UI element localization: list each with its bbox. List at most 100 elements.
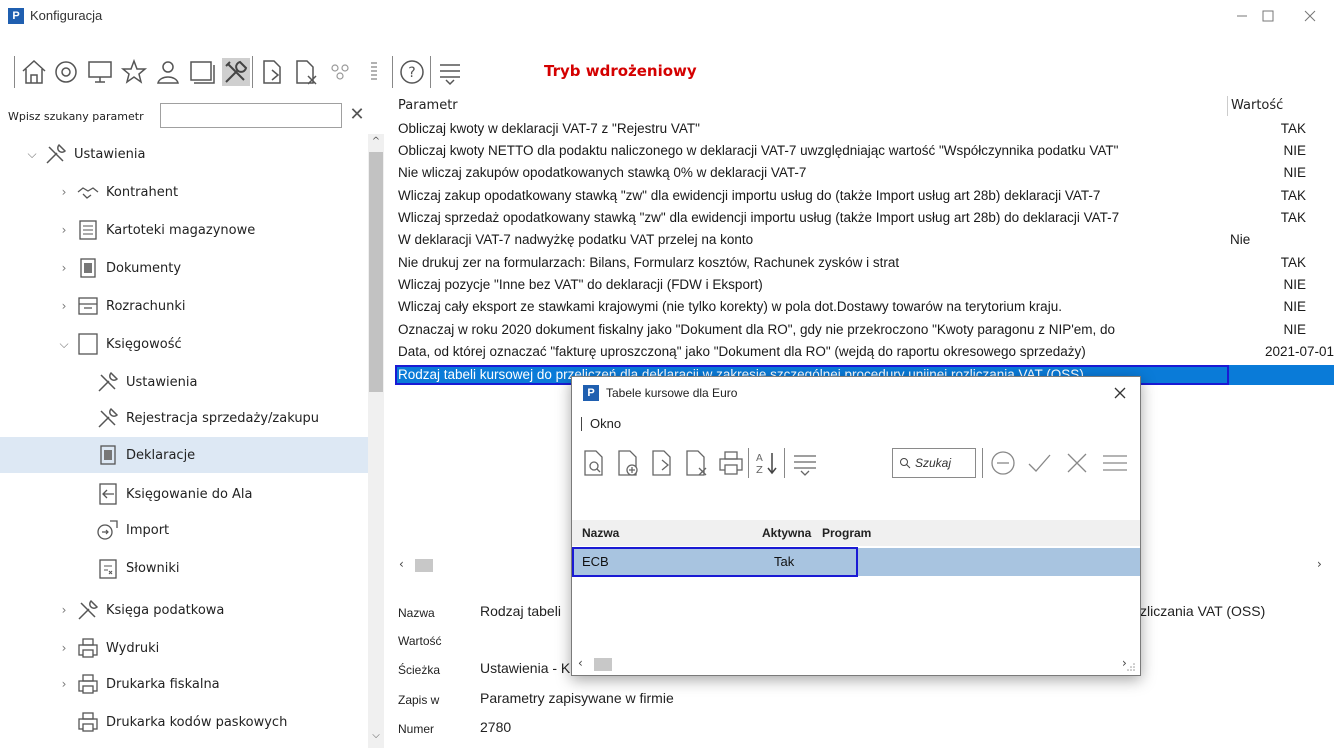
- tree-node-ksiegowosc[interactable]: ⌵ Księgowość: [56, 326, 182, 362]
- tree-node-ksiegowanie[interactable]: Księgowanie do Ala: [92, 476, 253, 512]
- tree-node-wydruki[interactable]: › Wydruki: [56, 630, 159, 666]
- tree-node-kontrahent[interactable]: › Kontrahent: [56, 174, 178, 210]
- column-header-aktywna[interactable]: Aktywna: [762, 526, 811, 540]
- help-icon: ?: [400, 60, 424, 84]
- scrollbar-thumb[interactable]: [415, 559, 433, 572]
- edit-button[interactable]: [648, 448, 678, 478]
- table-row[interactable]: Nie wliczaj zakupów opodatkowanych stawk…: [395, 163, 1334, 182]
- tree-node-rozrachunki[interactable]: › Rozrachunki: [56, 288, 186, 324]
- preview-button[interactable]: [580, 448, 610, 478]
- document-delete-button[interactable]: [292, 58, 320, 86]
- tools-button[interactable]: [222, 58, 250, 86]
- value-cell: TAK: [1280, 121, 1306, 136]
- sort-button[interactable]: AZ: [752, 448, 782, 478]
- chevron-right-icon[interactable]: ›: [56, 223, 72, 237]
- table-row[interactable]: Wliczaj cały eksport ze stawkami krajowy…: [395, 297, 1334, 316]
- tree-node-ustawienia[interactable]: ⌵ Ustawienia: [24, 136, 145, 172]
- confirm-button[interactable]: [1024, 448, 1054, 478]
- close-window-button[interactable]: [1290, 4, 1330, 28]
- dialog-menu-button[interactable]: [790, 448, 820, 478]
- user-button[interactable]: [154, 58, 182, 86]
- chevron-right-icon[interactable]: ›: [56, 185, 72, 199]
- toolbar-separator: [982, 448, 983, 478]
- tree-node-label: Kontrahent: [106, 184, 179, 200]
- dialog-menu-okno[interactable]: Okno: [590, 416, 621, 431]
- tree-node-label: Drukarka kodów paskowych: [106, 714, 288, 730]
- tree-node-kartoteki[interactable]: › Kartoteki magazynowe: [56, 212, 255, 248]
- monitor-button[interactable]: [86, 58, 114, 86]
- clear-search-button[interactable]: ✕: [346, 104, 368, 126]
- more-button[interactable]: [1100, 448, 1130, 478]
- menu-icon: [794, 455, 816, 476]
- search-label: Wpisz szukany parametr: [8, 110, 144, 123]
- scroll-left-icon[interactable]: ‹: [578, 656, 583, 670]
- home-button[interactable]: [20, 58, 48, 86]
- tree-node-import[interactable]: Import: [92, 512, 169, 548]
- delete-button[interactable]: [682, 448, 712, 478]
- document-edit-button[interactable]: [258, 58, 286, 86]
- tree-node-ustawienia-ksiegowosc[interactable]: Ustawienia: [92, 364, 197, 400]
- tree-node-drukarka-fiskalna[interactable]: › Drukarka fiskalna: [56, 666, 220, 702]
- tree-node-label: Rozrachunki: [106, 298, 186, 314]
- dialog-close-button[interactable]: [1108, 381, 1132, 405]
- chevron-right-icon[interactable]: ›: [56, 641, 72, 655]
- table-row[interactable]: Oznaczaj w roku 2020 dokument fiskalny j…: [395, 320, 1334, 339]
- tree-node-rejestracja[interactable]: Rejestracja sprzedaży/zakupu: [92, 400, 319, 436]
- table-row[interactable]: Obliczaj kwoty NETTO dla podaktu naliczo…: [395, 141, 1334, 160]
- tree-node-label: Księga podatkowa: [106, 602, 225, 618]
- dialog-search-input[interactable]: Szukaj: [892, 448, 976, 478]
- table-row[interactable]: Wliczaj sprzedaż opodatkowany stawką "zw…: [395, 208, 1334, 227]
- hamburger-icon: [1103, 455, 1127, 471]
- tree-node-ksiega-podatkowa[interactable]: › Księga podatkowa: [56, 592, 224, 628]
- chevron-right-icon[interactable]: ›: [56, 603, 72, 617]
- tree-node-dokumenty[interactable]: › Dokumenty: [56, 250, 181, 286]
- users-button[interactable]: [326, 58, 354, 86]
- column-header-nazwa[interactable]: Nazwa: [582, 526, 619, 540]
- resize-grip-icon[interactable]: [1126, 662, 1136, 672]
- help-button[interactable]: ?: [398, 58, 426, 86]
- chevron-down-icon[interactable]: ⌵: [24, 147, 40, 162]
- table-row[interactable]: Wliczaj zakup opodatkowany stawką "zw" d…: [395, 186, 1334, 205]
- print-button[interactable]: [716, 448, 746, 478]
- scroll-up-icon[interactable]: ^: [368, 136, 384, 152]
- table-row[interactable]: Data, od której oznaczać "fakturę uprosz…: [395, 342, 1334, 361]
- scroll-left-icon[interactable]: ‹: [399, 557, 404, 571]
- column-header-wartosc[interactable]: Wartość: [1228, 96, 1334, 116]
- tree-node-deklaracje[interactable]: Deklaracje: [0, 437, 368, 473]
- window-button[interactable]: [188, 58, 216, 86]
- dialog-horizontal-scrollbar[interactable]: ‹ ›: [572, 656, 1140, 674]
- scroll-down-icon[interactable]: ⌵: [368, 730, 384, 746]
- tree-node-slowniki[interactable]: Słowniki: [92, 550, 180, 586]
- printer-icon: [78, 638, 98, 658]
- table-row[interactable]: Nie drukuj zer na formularzach: Bilans, …: [395, 253, 1334, 272]
- chevron-down-icon[interactable]: ⌵: [56, 337, 72, 352]
- chevron-right-icon[interactable]: ›: [56, 261, 72, 275]
- menu-button[interactable]: [436, 58, 464, 86]
- deactivate-button[interactable]: [988, 448, 1018, 478]
- column-header-program[interactable]: Program: [822, 526, 871, 540]
- chevron-right-icon[interactable]: ›: [56, 677, 72, 691]
- table-row[interactable]: Wliczaj pozycje "Inne bez VAT" do deklar…: [395, 275, 1334, 294]
- book-icon: [78, 333, 98, 355]
- favorites-button[interactable]: [120, 58, 148, 86]
- search-input[interactable]: [160, 103, 342, 128]
- add-button[interactable]: [614, 448, 644, 478]
- value-cell: NIE: [1283, 299, 1306, 314]
- chevron-right-icon[interactable]: ›: [56, 299, 72, 313]
- window-icon: [190, 61, 215, 84]
- table-row[interactable]: Obliczaj kwoty w deklaracji VAT-7 z "Rej…: [395, 119, 1334, 138]
- scrollbar-thumb[interactable]: [594, 658, 612, 671]
- at-button[interactable]: [52, 58, 80, 86]
- cancel-button[interactable]: [1062, 448, 1092, 478]
- column-header-parametr[interactable]: Parametr: [395, 96, 1228, 116]
- detail-name-value-tail: zliczania VAT (OSS): [1140, 603, 1266, 619]
- scroll-right-icon[interactable]: ›: [1317, 557, 1322, 571]
- value-cell: NIE: [1283, 277, 1306, 292]
- list-button[interactable]: [360, 58, 388, 86]
- maximize-button[interactable]: [1248, 4, 1288, 28]
- value-cell: NIE: [1283, 322, 1306, 337]
- document-search-icon: [584, 450, 603, 476]
- tree-scrollbar-thumb[interactable]: [369, 152, 383, 392]
- tree-node-drukarka-kodow[interactable]: Drukarka kodów paskowych: [72, 704, 287, 740]
- table-row[interactable]: W deklaracji VAT-7 nadwyżkę podatku VAT …: [395, 230, 1334, 249]
